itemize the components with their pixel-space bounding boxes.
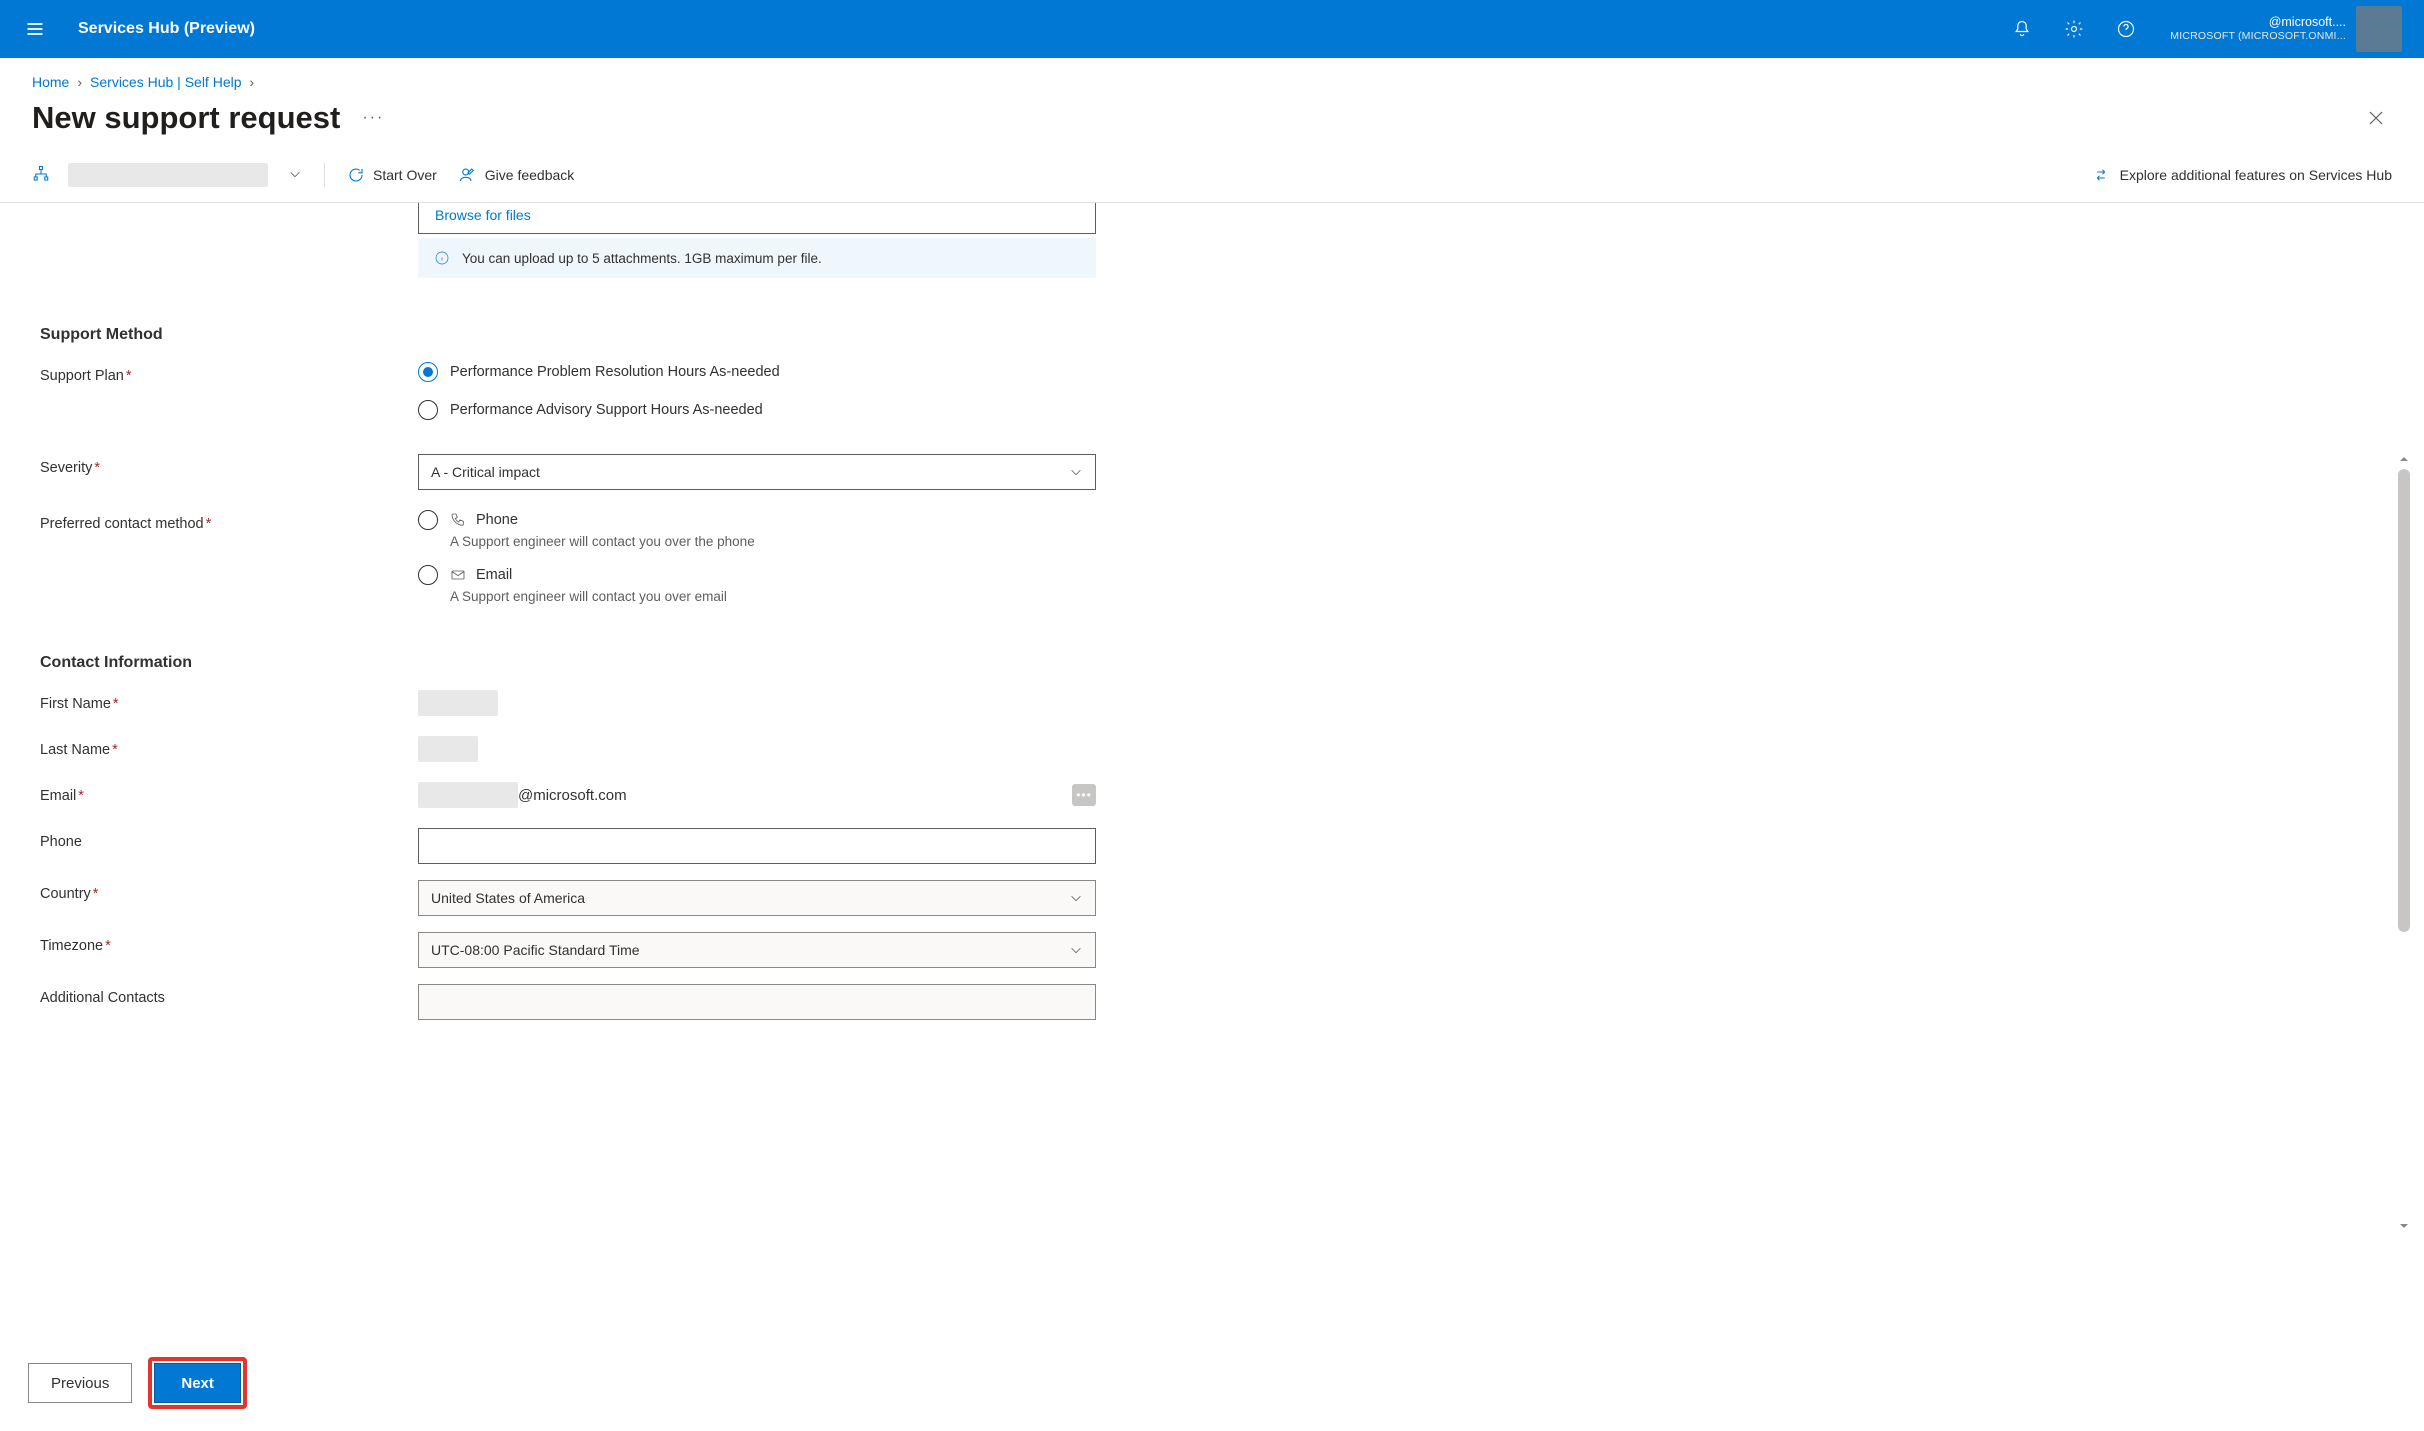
- last-name-value-redacted: [418, 736, 478, 762]
- info-icon: [434, 250, 450, 266]
- country-value: United States of America: [431, 890, 585, 906]
- email-prefix-redacted: [418, 782, 518, 808]
- close-icon[interactable]: [2360, 102, 2392, 134]
- first-name-value-redacted: [418, 690, 498, 716]
- give-feedback-label: Give feedback: [485, 167, 575, 183]
- chevron-right-icon: ›: [250, 74, 255, 90]
- account-email: @microsoft....: [2170, 15, 2346, 30]
- severity-select[interactable]: A - Critical impact: [418, 454, 1096, 490]
- avatar: [2356, 6, 2402, 52]
- explore-link[interactable]: Explore additional features on Services …: [2092, 166, 2392, 184]
- scroll-down-arrow-icon[interactable]: [2396, 1218, 2412, 1234]
- radio-icon: [418, 400, 438, 420]
- label-country: Country*: [40, 880, 418, 902]
- email-suffix: @microsoft.com: [518, 787, 627, 804]
- page-title: New support request: [32, 100, 340, 136]
- radio-label: Email: [476, 567, 512, 583]
- app-title: Services Hub (Preview): [78, 20, 255, 38]
- vertical-scrollbar[interactable]: [2396, 451, 2412, 1234]
- radio-label: Phone: [476, 512, 518, 528]
- radio-contact-email[interactable]: Email: [418, 565, 1096, 585]
- upload-hint-bar: You can upload up to 5 attachments. 1GB …: [418, 238, 1096, 278]
- chevron-down-icon: [1069, 465, 1083, 479]
- email-icon: [450, 567, 466, 583]
- scope-redacted: [68, 163, 268, 187]
- help-icon[interactable]: [2100, 0, 2152, 58]
- more-icon[interactable]: ···: [358, 109, 388, 127]
- radio-label: Performance Problem Resolution Hours As-…: [450, 364, 780, 380]
- sitemap-icon: [32, 165, 50, 186]
- section-contact-info: Contact Information: [40, 654, 2424, 672]
- scroll-up-arrow-icon[interactable]: [2396, 451, 2412, 467]
- label-additional-contacts: Additional Contacts: [40, 984, 418, 1006]
- notifications-icon[interactable]: [1996, 0, 2048, 58]
- radio-icon: [418, 362, 438, 382]
- start-over-button[interactable]: Start Over: [345, 162, 439, 188]
- radio-icon: [418, 510, 438, 530]
- toolbar: Start Over Give feedback Explore additio…: [0, 154, 2424, 203]
- timezone-select[interactable]: UTC-08:00 Pacific Standard Time: [418, 932, 1096, 968]
- scroll-thumb[interactable]: [2398, 469, 2410, 932]
- explore-label: Explore additional features on Services …: [2120, 167, 2392, 183]
- timezone-value: UTC-08:00 Pacific Standard Time: [431, 942, 640, 958]
- next-button[interactable]: Next: [154, 1363, 241, 1403]
- account-org: MICROSOFT (MICROSOFT.ONMI...: [2170, 30, 2346, 43]
- label-last-name: Last Name*: [40, 736, 418, 758]
- gear-icon[interactable]: [2048, 0, 2100, 58]
- separator: [324, 163, 325, 187]
- breadcrumb-selfhelp[interactable]: Services Hub | Self Help: [90, 74, 241, 90]
- label-support-plan: Support Plan*: [40, 362, 418, 384]
- breadcrumb-home[interactable]: Home: [32, 74, 69, 90]
- chevron-down-icon: [1069, 943, 1083, 957]
- label-timezone: Timezone*: [40, 932, 418, 954]
- radio-contact-phone[interactable]: Phone: [418, 510, 1096, 530]
- hamburger-menu[interactable]: [14, 8, 56, 50]
- chevron-down-icon[interactable]: [286, 165, 304, 186]
- scroll-track[interactable]: [2396, 469, 2412, 1216]
- footer-buttons: Previous Next: [28, 1357, 247, 1409]
- browse-files-link[interactable]: Browse for files: [418, 203, 1096, 234]
- radio-support-plan-2[interactable]: Performance Advisory Support Hours As-ne…: [418, 400, 1096, 420]
- page-title-row: New support request ···: [0, 94, 2424, 154]
- label-email: Email*: [40, 782, 418, 804]
- label-severity: Severity*: [40, 454, 418, 476]
- section-support-method: Support Method: [40, 326, 2424, 344]
- additional-contacts-input[interactable]: [418, 984, 1096, 1020]
- form-scroll-area: Browse for files You can upload up to 5 …: [0, 203, 2424, 1324]
- account-block[interactable]: @microsoft.... MICROSOFT (MICROSOFT.ONMI…: [2152, 6, 2410, 52]
- radio-email-desc: A Support engineer will contact you over…: [450, 589, 1096, 604]
- severity-value: A - Critical impact: [431, 464, 540, 480]
- label-phone: Phone: [40, 828, 418, 850]
- topbar: Services Hub (Preview) @microsoft.... MI…: [0, 0, 2424, 58]
- radio-icon: [418, 565, 438, 585]
- upload-hint-text: You can upload up to 5 attachments. 1GB …: [462, 251, 822, 266]
- chevron-right-icon: ›: [77, 74, 82, 90]
- phone-input[interactable]: [418, 828, 1096, 864]
- radio-phone-desc: A Support engineer will contact you over…: [450, 534, 1096, 549]
- phone-icon: [450, 512, 466, 528]
- give-feedback-button[interactable]: Give feedback: [457, 162, 577, 188]
- start-over-label: Start Over: [373, 167, 437, 183]
- radio-label: Performance Advisory Support Hours As-ne…: [450, 402, 763, 418]
- country-select[interactable]: United States of America: [418, 880, 1096, 916]
- breadcrumb: Home › Services Hub | Self Help ›: [0, 58, 2424, 94]
- label-first-name: First Name*: [40, 690, 418, 712]
- label-preferred-contact: Preferred contact method*: [40, 510, 418, 532]
- email-more-icon[interactable]: •••: [1072, 784, 1096, 806]
- radio-support-plan-1[interactable]: Performance Problem Resolution Hours As-…: [418, 362, 1096, 382]
- previous-button[interactable]: Previous: [28, 1363, 132, 1403]
- chevron-down-icon: [1069, 891, 1083, 905]
- next-button-highlight: Next: [148, 1357, 247, 1409]
